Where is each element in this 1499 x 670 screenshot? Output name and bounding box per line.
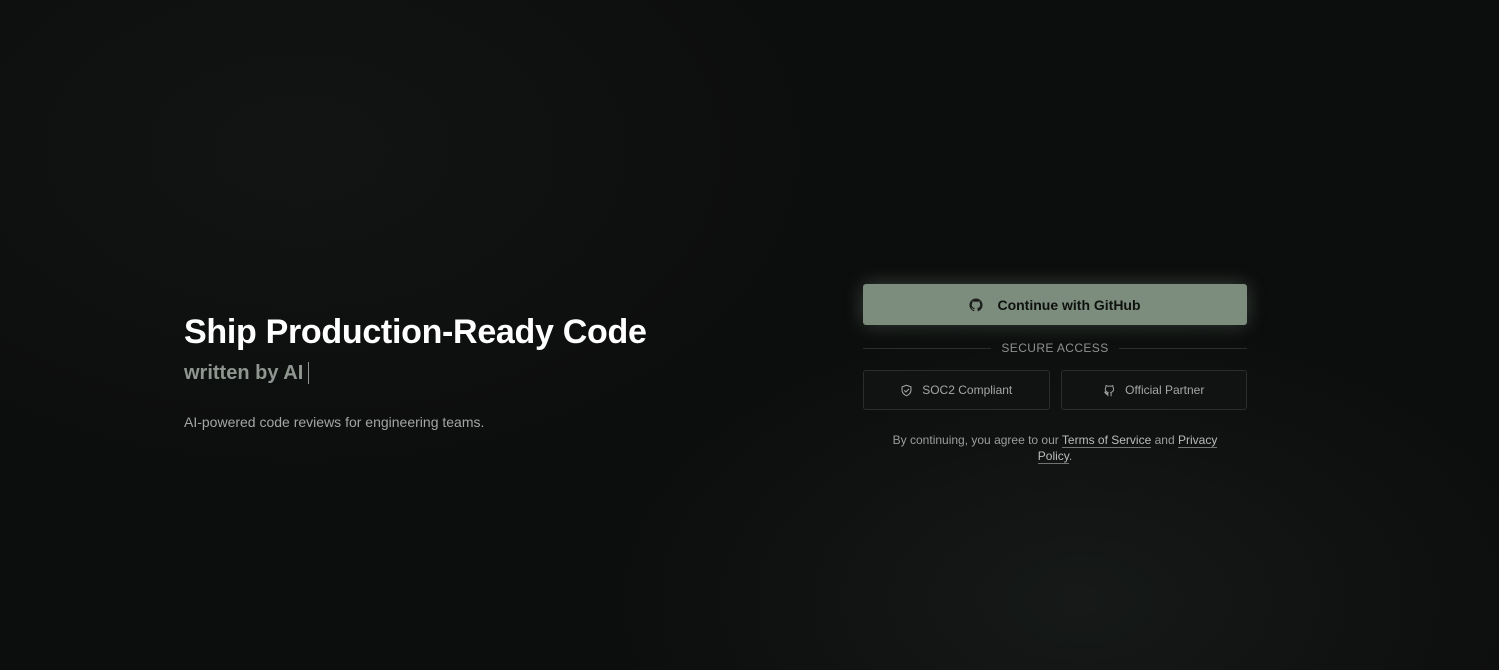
github-icon [969,297,984,312]
typing-caret [308,362,310,384]
hero-description: AI-powered code reviews for engineering … [184,414,485,430]
legal-conjunction: and [1154,433,1175,447]
trust-badges: SOC2 Compliant Official Partner [863,370,1247,410]
continue-with-github-label: Continue with GitHub [997,296,1141,313]
official-partner-badge: Official Partner [1060,370,1247,410]
soc2-badge-label: SOC2 Compliant [922,383,1013,397]
official-partner-badge-label: Official Partner [1125,383,1205,397]
secure-access-divider: SECURE ACCESS [863,341,1248,355]
hero-title: Ship Production-Ready Code [184,313,647,351]
legal-notice: By continuing, you agree to our Terms of… [863,432,1247,464]
shield-check-icon [900,384,913,397]
legal-prefix: By continuing, you agree to our [892,433,1059,447]
legal-suffix: . [1068,449,1073,463]
divider-line-right [1118,347,1248,349]
auth-panel: Continue with GitHub SECURE ACCESS SOC2 … [863,284,1248,476]
continue-with-github-button[interactable]: Continue with GitHub [863,284,1247,325]
divider-label: SECURE ACCESS [1001,341,1109,355]
hero-subtitle: written by AI [184,360,744,386]
soc2-badge: SOC2 Compliant [863,370,1050,410]
github-icon [1103,384,1116,397]
hero-subtitle-text: written by AI [184,362,304,384]
terms-of-service-link[interactable]: Terms of Service [1061,433,1152,448]
divider-line-left [863,347,992,349]
hero-section: Ship Production-Ready Code written by AI… [184,312,744,432]
